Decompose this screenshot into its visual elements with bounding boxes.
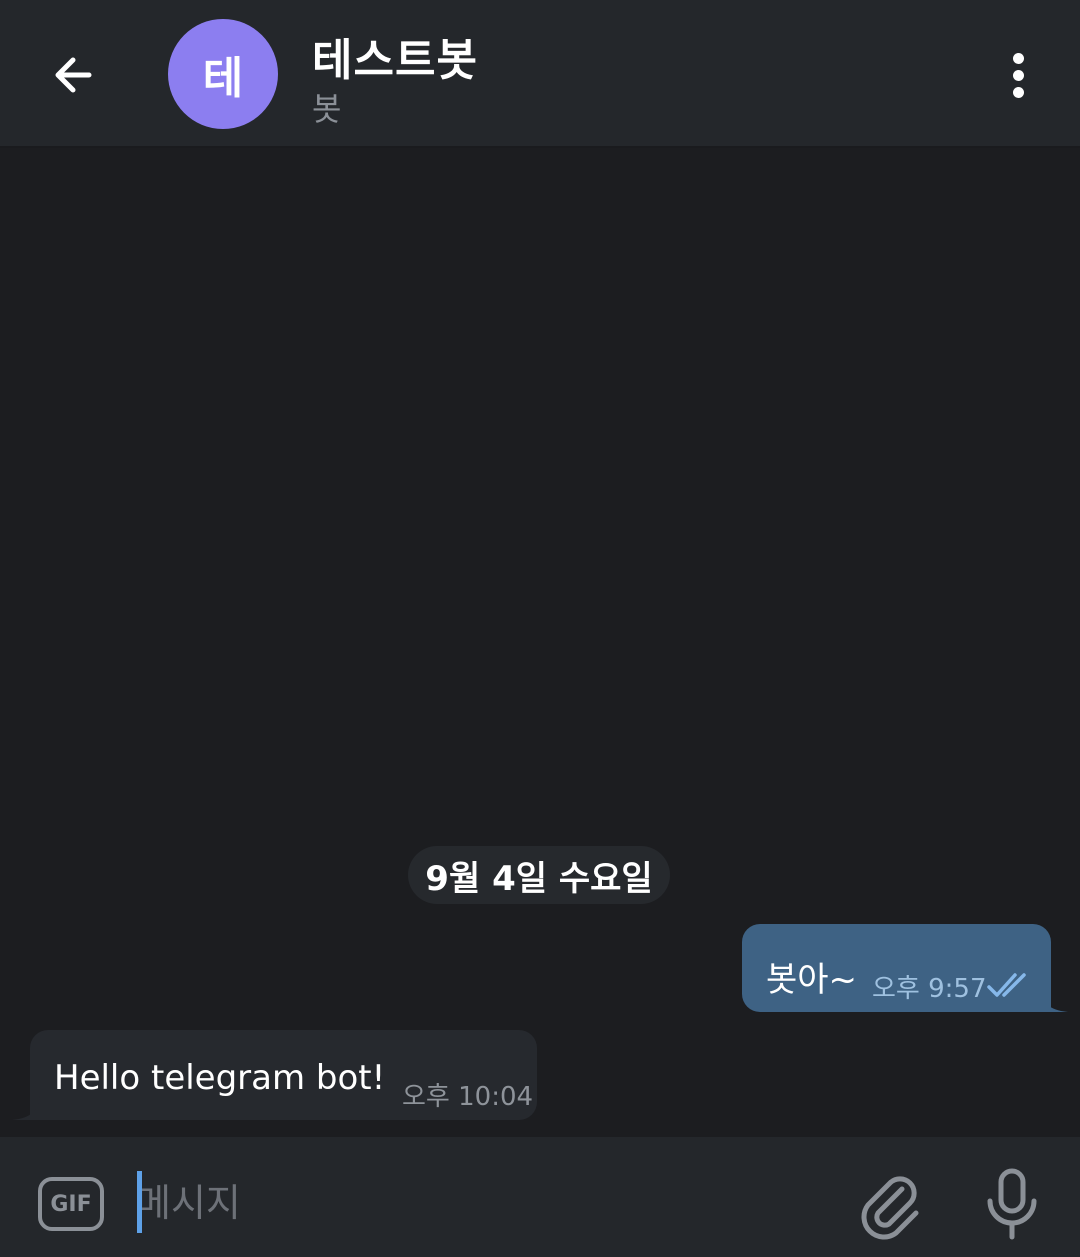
microphone-icon	[987, 1168, 1037, 1240]
message-input[interactable]	[136, 1167, 826, 1239]
bubble-tail	[1040, 988, 1068, 1012]
incoming-message-time: 오후 10:04	[402, 1082, 534, 1112]
bubble-tail	[12, 1096, 40, 1120]
arrow-left-icon	[55, 57, 92, 93]
message-composer: GIF	[0, 1137, 1080, 1257]
attach-button[interactable]	[858, 1167, 924, 1241]
chat-header: 테 테스트봇 봇	[0, 0, 1080, 148]
more-menu-button[interactable]	[990, 44, 1046, 106]
date-separator: 9월 4일 수요일	[408, 846, 670, 904]
outgoing-message-text: 봇아~	[766, 960, 858, 1000]
incoming-message-text: Hello telegram bot!	[54, 1058, 386, 1098]
avatar-letter: 테	[202, 53, 244, 104]
paperclip-icon	[861, 1176, 919, 1240]
double-check-icon	[987, 973, 1026, 997]
text-caret	[137, 1171, 142, 1233]
back-button[interactable]	[38, 40, 108, 110]
more-vertical-icon-dot	[1012, 69, 1024, 81]
more-vertical-icon	[1012, 52, 1024, 64]
chat-subtitle: 봇	[312, 90, 342, 128]
chat-title[interactable]: 테스트봇	[312, 24, 478, 88]
microphone-button[interactable]	[982, 1167, 1042, 1243]
gif-button[interactable]: GIF	[38, 1177, 104, 1231]
avatar[interactable]: 테	[168, 19, 278, 129]
more-vertical-icon-dot	[1012, 86, 1024, 98]
outgoing-message-time: 오후 9:57	[872, 974, 987, 1004]
gif-label: GIF	[50, 1191, 92, 1217]
chat-screen: 테 테스트봇 봇 9월 4일 수요일 봇아~ 오후 9:57 Hello tel…	[0, 0, 1080, 1257]
